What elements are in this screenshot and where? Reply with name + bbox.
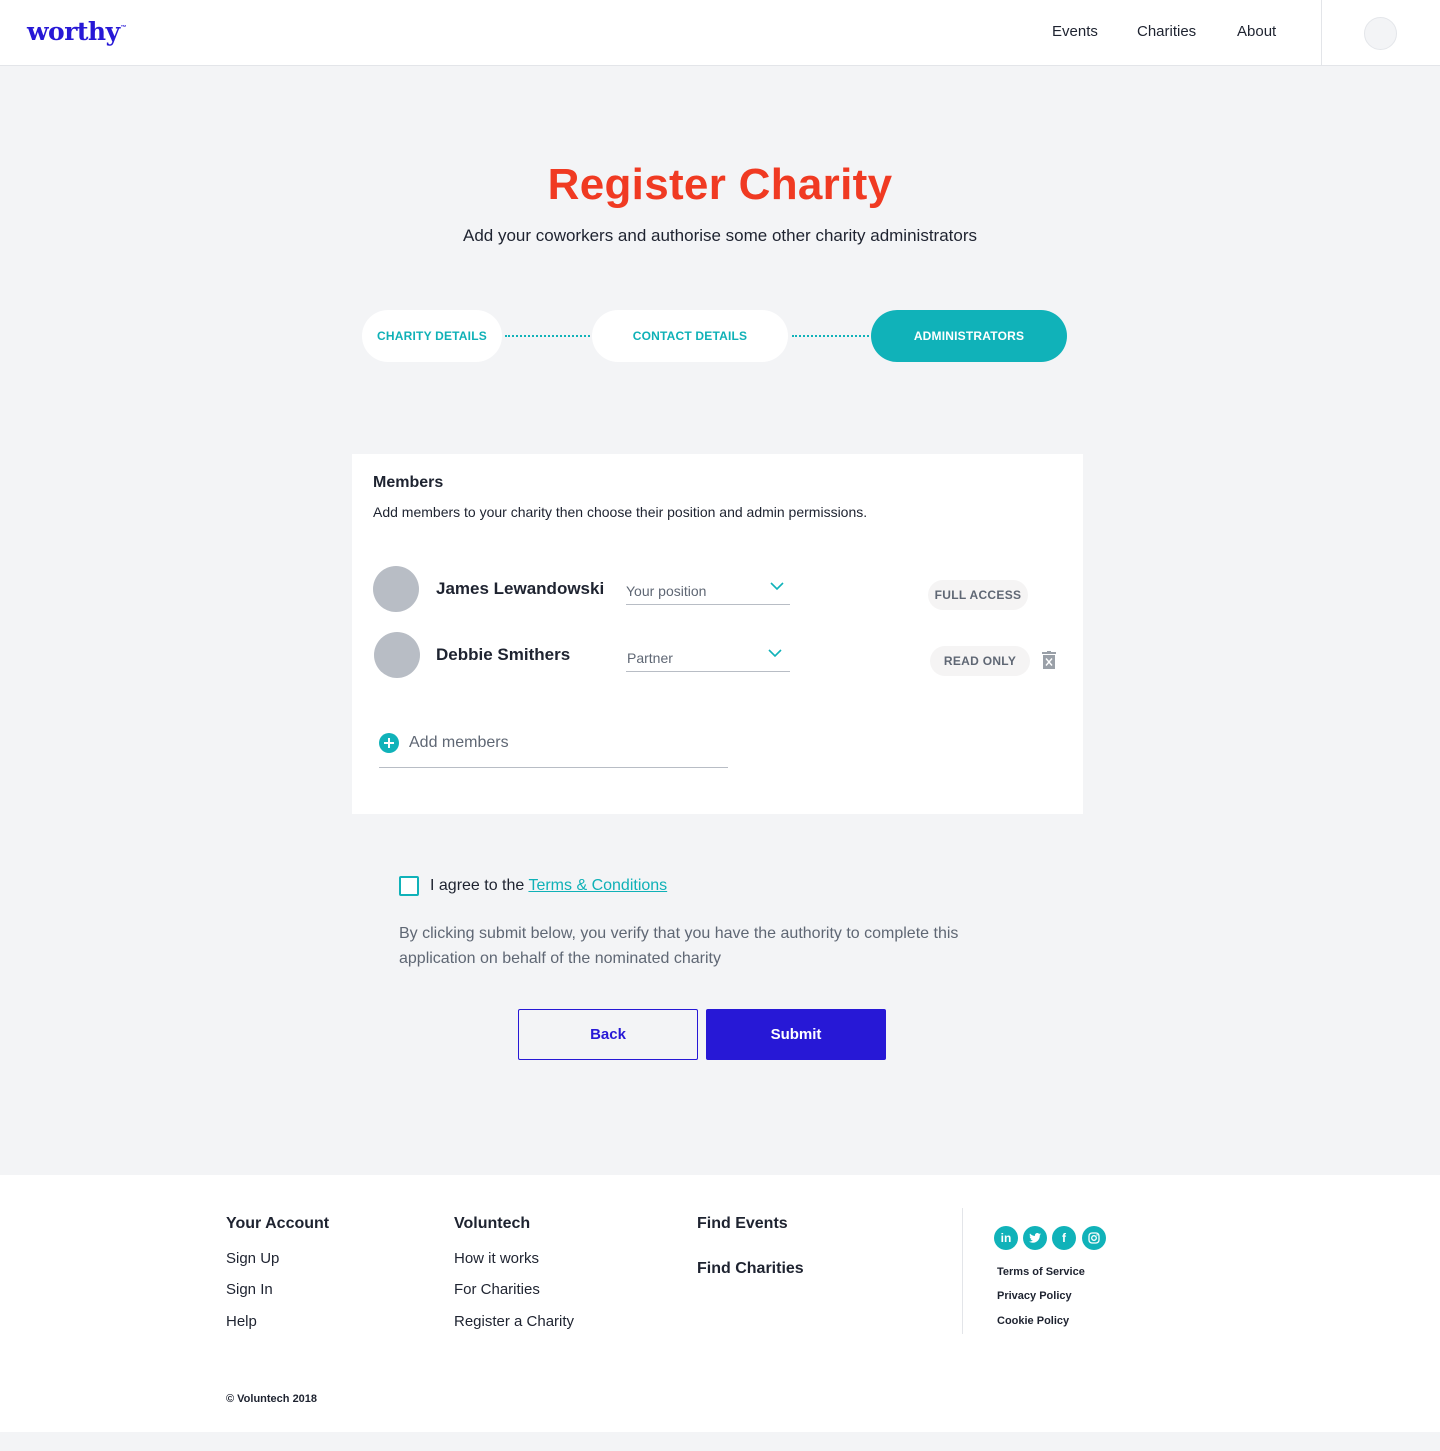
footer-help-link[interactable]: Help [226, 1313, 257, 1330]
position-select[interactable]: Your position [626, 575, 790, 605]
terms-prefix: I agree to the [430, 877, 529, 894]
member-name: Debbie Smithers [436, 645, 571, 664]
footer-your-account-title: Your Account [226, 1215, 330, 1232]
footer-privacy-link[interactable]: Privacy Policy [997, 1290, 1072, 1302]
terms-checkbox[interactable] [399, 876, 419, 896]
verify-text: By clicking submit below, you verify tha… [399, 925, 959, 967]
footer-copyright: © Voluntech 2018 [226, 1393, 318, 1405]
terms-link[interactable]: Terms & Conditions [528, 877, 667, 894]
footer-sign-up-link[interactable]: Sign Up [226, 1250, 279, 1267]
linkedin-icon[interactable]: in [994, 1226, 1018, 1250]
position-value: Partner [627, 650, 673, 666]
position-select[interactable]: Partner [626, 642, 790, 672]
position-value: Your position [626, 583, 707, 599]
member-avatar [373, 566, 419, 612]
step-administrators[interactable]: ADMINISTRATORS [871, 310, 1067, 362]
step-connector [792, 335, 869, 337]
submit-button[interactable]: Submit [706, 1009, 886, 1060]
members-card: Members Add members to your charity then… [352, 454, 1083, 814]
site-footer: Your Account Sign Up Sign In Help Volunt… [0, 1175, 1440, 1432]
header-divider [1321, 0, 1322, 65]
page-subtitle: Add your coworkers and authorise some ot… [462, 226, 977, 245]
footer-for-charities-link[interactable]: For Charities [454, 1281, 540, 1298]
members-description: Add members to your charity then choose … [373, 504, 868, 520]
logo-trademark: ™ [120, 25, 127, 31]
trash-icon[interactable] [1042, 651, 1056, 669]
nav-events[interactable]: Events [1052, 23, 1098, 40]
access-badge[interactable]: READ ONLY [930, 646, 1030, 676]
footer-how-it-works-link[interactable]: How it works [454, 1250, 539, 1267]
footer-terms-link[interactable]: Terms of Service [997, 1266, 1085, 1278]
members-title: Members [373, 474, 444, 491]
back-button[interactable]: Back [518, 1009, 698, 1060]
footer-find-charities-link[interactable]: Find Charities [697, 1260, 804, 1278]
footer-register-charity-link[interactable]: Register a Charity [454, 1313, 574, 1330]
step-contact-details[interactable]: CONTACT DETAILS [592, 310, 788, 362]
chevron-down-icon [768, 649, 782, 658]
user-avatar[interactable] [1364, 17, 1397, 50]
terms-label: I agree to the Terms & Conditions [430, 877, 667, 895]
top-header: worthy™ Events Charities About [0, 0, 1440, 66]
footer-find-events-link[interactable]: Find Events [697, 1215, 788, 1233]
add-members-field[interactable]: Add members [379, 732, 728, 768]
step-charity-details[interactable]: CHARITY DETAILS [362, 310, 502, 362]
worthy-logo[interactable]: worthy™ [27, 17, 127, 46]
twitter-icon[interactable] [1023, 1226, 1047, 1250]
step-connector [505, 335, 590, 337]
facebook-icon[interactable]: f [1052, 1226, 1076, 1250]
instagram-icon[interactable] [1082, 1226, 1106, 1250]
footer-cookie-link[interactable]: Cookie Policy [997, 1315, 1069, 1327]
logo-text: worthy [27, 17, 120, 46]
page-title: Register Charity [547, 160, 893, 209]
plus-circle-icon [379, 733, 399, 753]
member-name: James Lewandowski [436, 579, 605, 598]
chevron-down-icon [770, 582, 784, 591]
add-members-label: Add members [409, 734, 509, 751]
footer-sign-in-link[interactable]: Sign In [226, 1281, 273, 1298]
nav-about[interactable]: About [1237, 23, 1276, 40]
nav-charities[interactable]: Charities [1137, 23, 1196, 40]
footer-voluntech-title: Voluntech [454, 1215, 531, 1232]
access-badge[interactable]: FULL ACCESS [928, 580, 1028, 610]
footer-divider [962, 1208, 963, 1334]
member-avatar [374, 632, 420, 678]
